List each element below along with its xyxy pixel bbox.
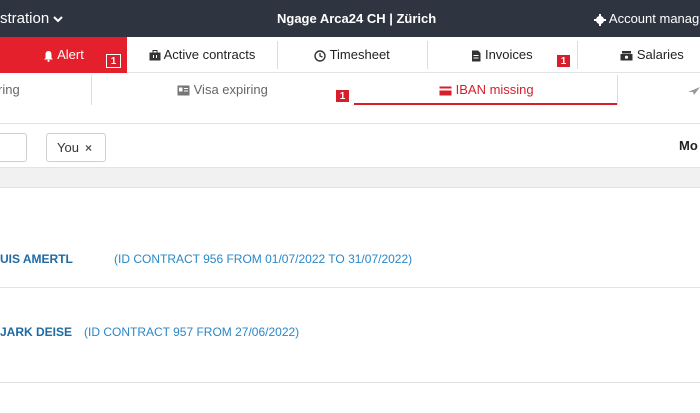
gear-icon [594, 11, 606, 26]
filter-chip-you[interactable]: You × [46, 133, 106, 162]
subtab-next[interactable] [688, 82, 700, 97]
tab-alert-label: Alert [57, 47, 84, 62]
account-manager-menu[interactable]: Account manag [594, 11, 699, 26]
account-manager-label: Account manag [608, 11, 700, 26]
alert-badge: 1 [106, 54, 121, 68]
tab-invoices-label: Invoices [484, 47, 533, 62]
administration-menu[interactable]: stration [0, 10, 64, 27]
subtab-visa-expiring-label: Visa expiring [193, 82, 268, 97]
bell-icon [43, 47, 54, 62]
plane-icon [688, 82, 700, 97]
company-name: Ngage Arca24 CH | Zürich [277, 11, 437, 26]
more-filters-button[interactable]: Mo [679, 138, 698, 153]
results-list: UIS AMERTL (ID CONTRACT 956 FROM 01/07/2… [0, 187, 700, 413]
main-tabs: Alert 1 Active contracts Timesheet Invoi… [0, 37, 700, 73]
subtab-visa-expiring[interactable]: Visa expiring [177, 82, 268, 97]
active-subtab-underline [354, 103, 617, 105]
credit-card-icon [439, 82, 452, 97]
sub-tabs: ring Visa expiring 1 IBAN missing [0, 73, 700, 124]
invoice-icon [471, 47, 481, 62]
filter-bar: You × Mo [0, 124, 700, 168]
tab-invoices[interactable]: Invoices [427, 37, 577, 73]
subtab-divider [617, 75, 618, 105]
filter-chip-label: You [57, 140, 79, 155]
visa-badge: 1 [335, 89, 350, 103]
subtab-iban-missing-label: IBAN missing [455, 82, 534, 97]
subtab-iban-missing[interactable]: IBAN missing [439, 82, 534, 97]
tab-timesheet[interactable]: Timesheet [277, 37, 427, 73]
employee-name[interactable]: UIS AMERTL [0, 252, 73, 266]
subtab-expiring-label: ring [0, 82, 20, 97]
tab-active-contracts-label: Active contracts [163, 47, 256, 62]
tab-salaries-label: Salaries [636, 47, 684, 62]
close-icon[interactable]: × [85, 141, 92, 155]
list-item[interactable]: UIS AMERTL (ID CONTRACT 956 FROM 01/07/2… [0, 188, 700, 288]
list-item[interactable]: JARK DEISE (ID CONTRACT 957 FROM 27/06/2… [0, 288, 700, 383]
briefcase-icon [149, 47, 161, 62]
administration-label: stration [0, 10, 50, 27]
id-card-icon [177, 82, 190, 97]
tab-timesheet-label: Timesheet [329, 47, 390, 62]
invoices-badge: 1 [556, 54, 571, 68]
contract-info[interactable]: (ID CONTRACT 957 FROM 27/06/2022) [84, 325, 299, 339]
money-icon [620, 47, 633, 62]
tab-salaries[interactable]: Salaries [577, 37, 700, 73]
subtab-expiring[interactable]: ring [0, 82, 20, 97]
subtab-divider [91, 75, 92, 105]
chevron-down-icon [53, 10, 64, 27]
top-bar: stration Ngage Arca24 CH | Zürich Accoun… [0, 0, 700, 37]
search-input[interactable] [0, 133, 27, 162]
employee-name[interactable]: JARK DEISE [0, 325, 72, 339]
clock-icon [314, 47, 326, 62]
contract-info[interactable]: (ID CONTRACT 956 FROM 01/07/2022 TO 31/0… [114, 252, 412, 266]
tab-active-contracts[interactable]: Active contracts [127, 37, 277, 73]
